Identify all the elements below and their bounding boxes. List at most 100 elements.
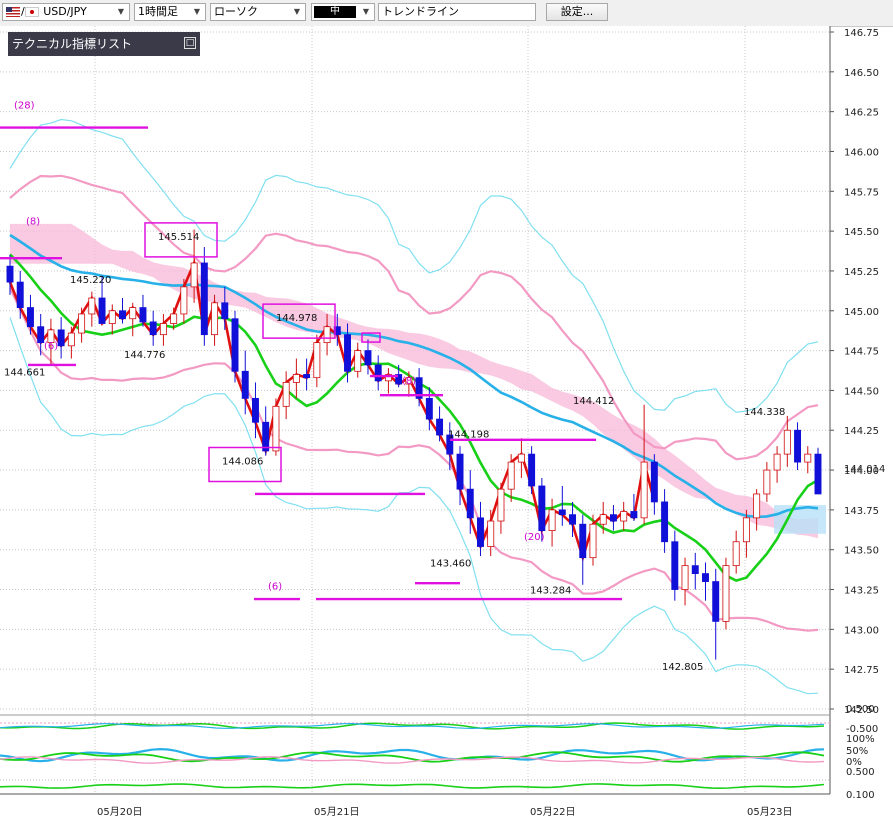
candle-body xyxy=(487,520,495,547)
price-axis: 146.75 146.50 146.25 146.00 145.75 145.50 145.… xyxy=(829,26,885,794)
toolbar: / USD/JPY ▼ 1時間足 ▼ ローソク ▼ 中 ▼ トレンドライン 設定… xyxy=(0,0,893,27)
price-annotation: 144.086 xyxy=(222,457,263,468)
period-label: (6) xyxy=(268,582,282,593)
candle-body xyxy=(661,501,669,543)
candle-body xyxy=(108,310,116,324)
chart-type-label: ローソク xyxy=(214,5,258,18)
candle-body xyxy=(323,326,331,344)
price-tick-label: 143.75 xyxy=(844,506,879,517)
collapse-icon[interactable]: □ xyxy=(184,37,196,49)
settings-button[interactable]: 設定... xyxy=(546,3,608,21)
drawing-tool-field[interactable]: トレンドライン xyxy=(378,3,536,21)
candle-body xyxy=(732,541,740,567)
candle-body xyxy=(139,307,147,323)
candle-body xyxy=(722,565,730,622)
price-tick-label: 146.25 xyxy=(844,108,879,119)
candle-body xyxy=(313,342,321,379)
candle-body xyxy=(37,326,45,344)
symbol-select[interactable]: / USD/JPY ▼ xyxy=(2,3,130,21)
candle-body xyxy=(149,321,157,336)
drawing-tool-label: トレンドライン xyxy=(382,5,459,18)
price-annotation: 144.338 xyxy=(744,407,785,418)
candle-body xyxy=(630,511,638,519)
period-label: (8) xyxy=(402,376,416,387)
price-tick-label: 146.00 xyxy=(844,147,879,158)
sub-indicator-label: 0.100 xyxy=(846,790,875,801)
price-tick-label: 143.25 xyxy=(844,586,879,597)
timeframe-label: 1時間足 xyxy=(138,5,178,18)
price-annotation: 144.412 xyxy=(573,396,614,407)
candle-body xyxy=(272,405,280,452)
period-label: (28) xyxy=(14,100,35,111)
price-annotation: 143.284 xyxy=(530,586,571,597)
candle-body xyxy=(78,313,86,334)
candle-body xyxy=(159,323,167,336)
price-chart: 145.514 145.220 144.978 144.776 144.661 144.4… xyxy=(0,26,885,818)
chevron-down-icon: ▼ xyxy=(293,7,301,16)
line-width-select[interactable]: 中 ▼ xyxy=(311,3,375,21)
candle-body xyxy=(712,581,720,622)
candle-body xyxy=(303,374,311,379)
candle-body xyxy=(609,514,617,522)
candle-body xyxy=(517,453,525,463)
price-tick-label: 143.50 xyxy=(844,546,879,557)
candle-body xyxy=(180,286,188,315)
candle-body xyxy=(456,453,464,490)
date-tick-label: 05月21日 xyxy=(314,806,359,818)
candle-body xyxy=(589,523,597,559)
price-annotation: 143.460 xyxy=(430,558,471,569)
candle-body xyxy=(477,517,484,547)
candle-body xyxy=(753,493,761,519)
candle-body xyxy=(497,488,505,522)
candle-body xyxy=(620,511,628,522)
candle-body xyxy=(251,397,259,423)
candle-body xyxy=(221,302,229,320)
candle-body xyxy=(783,429,791,455)
timeframe-select[interactable]: 1時間足 ▼ xyxy=(134,3,206,21)
chevron-down-icon: ▼ xyxy=(362,7,370,16)
candle-body xyxy=(282,382,290,407)
line-width-swatch: 中 xyxy=(314,6,356,18)
price-tick-label: 145.50 xyxy=(844,227,879,238)
candle-body xyxy=(211,302,219,336)
chart-type-select[interactable]: ローソク ▼ xyxy=(210,3,306,21)
current-price-label: 144.014 xyxy=(844,464,885,475)
candle-body xyxy=(190,262,198,288)
price-annotation: 144.776 xyxy=(124,350,165,361)
price-tick-label: 145.25 xyxy=(844,267,879,278)
candle-body xyxy=(763,469,771,495)
price-tick-label: 145.00 xyxy=(844,307,879,318)
jp-flag-icon xyxy=(24,7,39,17)
candle-body xyxy=(671,541,679,590)
candle-body xyxy=(436,418,444,436)
candle-body xyxy=(548,509,556,531)
price-tick-label: 144.50 xyxy=(844,386,879,397)
candle-body xyxy=(681,565,689,590)
candle-body xyxy=(640,461,648,519)
candle-body xyxy=(292,374,300,383)
candle-body xyxy=(88,297,96,315)
candle-body xyxy=(6,265,14,283)
candle-body xyxy=(742,517,750,543)
period-label: (20) xyxy=(524,532,545,543)
sub-indicator-label: 100% xyxy=(846,734,875,745)
price-annotation: 145.220 xyxy=(70,275,111,286)
candle-body xyxy=(170,313,178,324)
candle-body xyxy=(569,514,577,525)
candle-body xyxy=(691,565,699,575)
price-annotation: 145.514 xyxy=(158,232,199,243)
price-annotation: 144.198 xyxy=(448,429,489,440)
candle-body xyxy=(344,334,351,372)
candle-body xyxy=(241,370,249,399)
candle-body xyxy=(650,461,658,503)
candle-body xyxy=(26,307,34,328)
symbol-label: USD/JPY xyxy=(43,5,87,18)
candle-body xyxy=(231,318,239,372)
candle-body xyxy=(814,453,822,495)
indicator-list-panel[interactable]: テクニカル指標リスト □ xyxy=(8,32,200,56)
us-flag-icon xyxy=(6,7,20,17)
candle-body xyxy=(200,262,208,336)
period-label: (8) xyxy=(26,217,40,228)
candle-body xyxy=(425,397,433,420)
price-tick-label: 144.25 xyxy=(844,426,879,437)
